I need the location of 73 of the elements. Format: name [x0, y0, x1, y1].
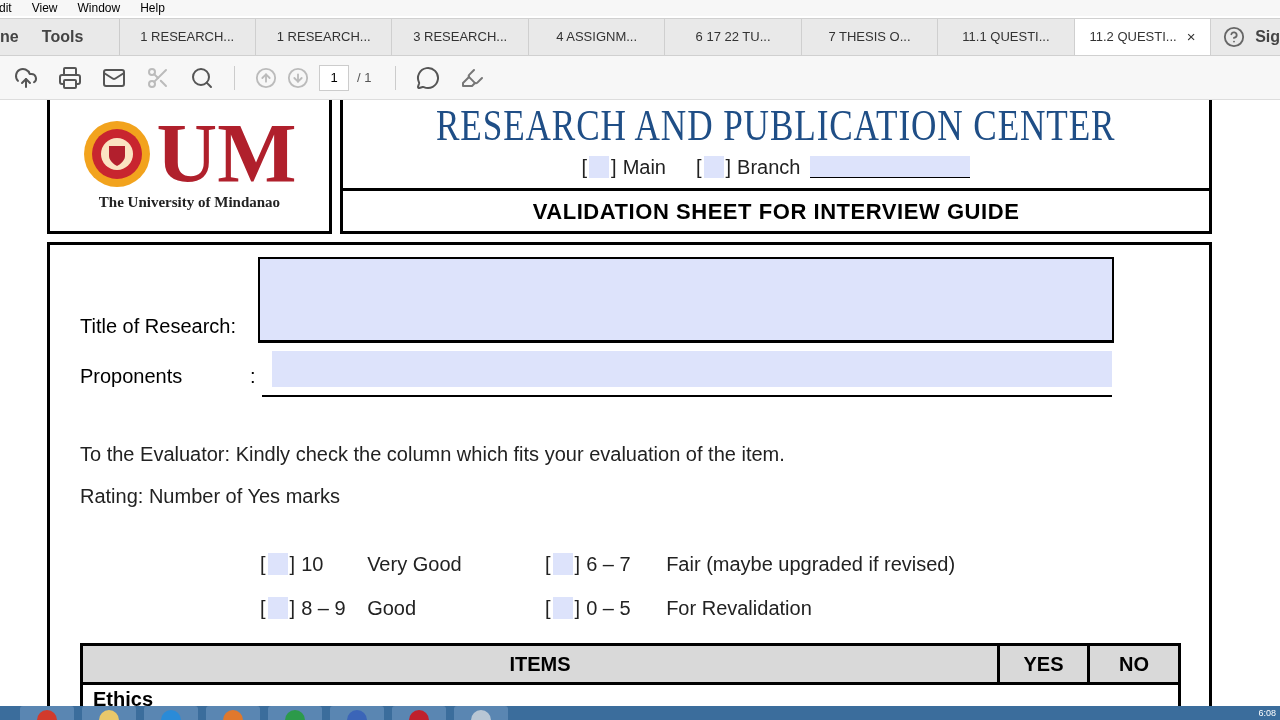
document-tab[interactable]: 11.2 QUESTI... ×	[1074, 19, 1212, 55]
section-heading: Ethics	[93, 686, 154, 706]
taskbar-app-icon[interactable]	[82, 706, 136, 720]
instruction-text: To the Evaluator: Kindly check the column which fits your evaluation of the item.	[80, 442, 786, 467]
page-count: / 1	[357, 68, 372, 87]
print-icon[interactable]	[58, 65, 82, 90]
logo-letters: UM	[156, 117, 297, 192]
bracket: ]	[611, 155, 617, 180]
bracket: ]	[289, 552, 296, 577]
nav-tab[interactable]: Tools	[41, 19, 120, 55]
menu-item[interactable]: Help	[140, 0, 165, 17]
comment-icon[interactable]	[416, 65, 441, 90]
taskbar-app-icon[interactable]	[454, 706, 508, 720]
rating-meaning: Fair (maybe upgraded if revised)	[666, 552, 956, 577]
menu-item[interactable]: Window	[77, 0, 121, 17]
logo-caption: The University of Mindanao	[98, 193, 281, 213]
rating-range: 0 – 5	[586, 596, 632, 621]
upload-icon[interactable]	[14, 65, 38, 90]
nav-tab[interactable]: ne	[0, 19, 42, 55]
column-header: YES	[1000, 646, 1090, 682]
taskbar-app-icon[interactable]	[268, 706, 322, 720]
taskbar-app-icon[interactable]	[392, 706, 446, 720]
bracket: ]	[574, 552, 581, 577]
rating-range: 6 – 7	[586, 552, 632, 577]
proponents-field[interactable]	[262, 351, 1112, 397]
field-colon: :	[250, 364, 257, 389]
checkbox-field[interactable]	[703, 156, 724, 178]
bracket: [	[581, 155, 588, 180]
sign-in-link[interactable]: Sig	[1255, 25, 1280, 49]
menu-item[interactable]: dit	[0, 0, 12, 17]
rating-meaning: Very Good	[367, 552, 462, 577]
rating-range: 8 – 9	[301, 596, 347, 621]
sheet-title: VALIDATION SHEET FOR INTERVIEW GUIDE	[532, 197, 1020, 226]
search-icon[interactable]	[190, 65, 214, 90]
taskbar-app-icon[interactable]	[20, 706, 74, 720]
close-icon[interactable]: ×	[1186, 25, 1196, 49]
page-number-field[interactable]: 1	[319, 64, 349, 91]
rating-note: Rating: Number of Yes marks	[80, 484, 342, 509]
scissors-icon[interactable]	[146, 65, 170, 90]
rating-meaning: Good	[367, 596, 417, 621]
checkbox-field[interactable]	[267, 597, 288, 619]
checkbox-field[interactable]	[267, 553, 288, 575]
title-field[interactable]	[258, 257, 1114, 343]
seal-icon	[82, 120, 151, 189]
taskbar-app-icon[interactable]	[144, 706, 198, 720]
field-label: Proponents	[80, 364, 184, 389]
field-label: Title of Research:	[80, 314, 237, 339]
bracket: ]	[574, 596, 581, 621]
next-page-icon[interactable]	[287, 66, 309, 89]
center-title: RESEARCH AND PUBLICATION CENTER	[436, 100, 1116, 152]
checkbox-field[interactable]	[552, 597, 573, 619]
rating-range: 10	[301, 552, 325, 577]
bracket: [	[545, 596, 551, 621]
column-header: NO	[1118, 652, 1150, 677]
rating-meaning: For Revalidation	[666, 596, 812, 621]
taskbar-app-icon[interactable]	[206, 706, 260, 720]
menu-item[interactable]: View	[31, 0, 58, 17]
bracket: [	[545, 552, 551, 577]
column-header: ITEMS	[83, 646, 1000, 682]
campus-label: Branch	[737, 155, 801, 180]
checkbox-field[interactable]	[552, 553, 573, 575]
previous-page-icon[interactable]	[255, 66, 277, 89]
bracket: [	[696, 155, 702, 180]
bracket: ]	[289, 596, 296, 621]
bracket: ]	[725, 155, 732, 180]
checkbox-field[interactable]	[589, 156, 610, 178]
help-icon[interactable]	[1223, 26, 1246, 48]
bracket: [	[260, 552, 266, 577]
branch-field[interactable]	[810, 156, 971, 178]
bracket: [	[260, 596, 266, 621]
clock: 6:08	[1258, 707, 1276, 720]
taskbar-app-icon[interactable]	[330, 706, 384, 720]
campus-label: Main	[622, 155, 666, 180]
